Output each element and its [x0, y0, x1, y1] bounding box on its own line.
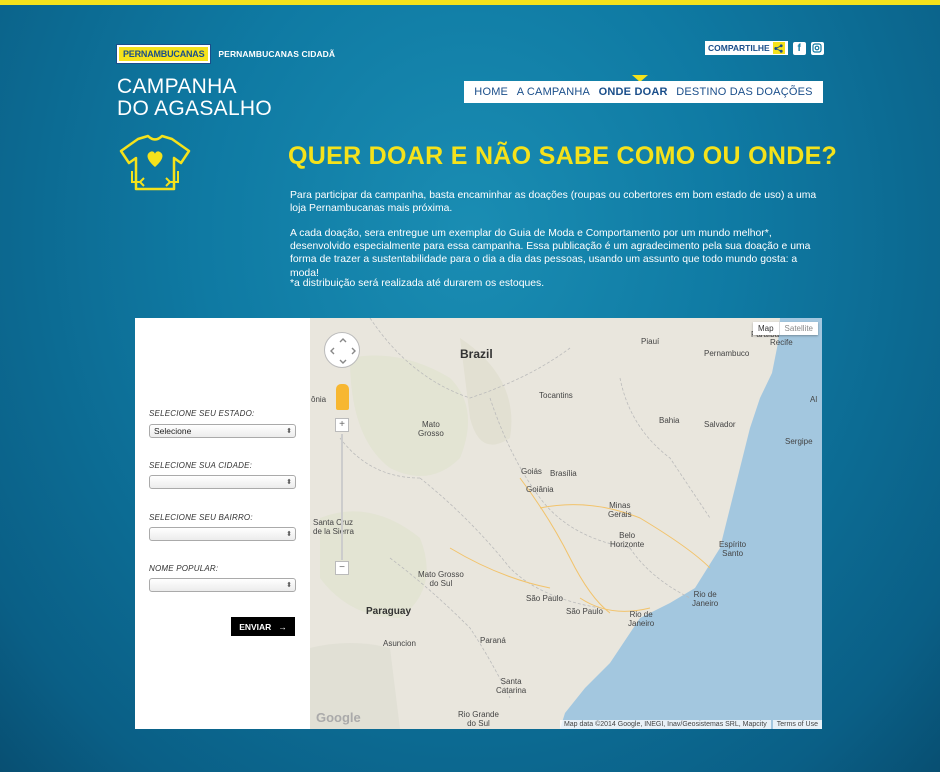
map-label-espirito-santo: Espírito Santo	[719, 540, 747, 558]
enviar-button[interactable]: ENVIAR →	[231, 617, 295, 636]
map-label-goiania: Goiânia	[526, 485, 554, 494]
select-arrows-icon: ⬍	[286, 479, 292, 486]
instagram-icon[interactable]	[810, 41, 824, 55]
share-button[interactable]: COMPARTILHE	[705, 41, 788, 55]
guide-paragraph: A cada doação, sera entregue um exemplar…	[290, 228, 811, 279]
map-label-santa-cruz: Santa Cruz de la Sierra	[313, 518, 354, 536]
share-label: COMPARTILHE	[708, 43, 770, 53]
google-logo: Google	[316, 710, 361, 725]
select-arrows-icon: ⬍	[286, 582, 292, 589]
map-label-al: Al	[810, 395, 818, 404]
pan-control[interactable]	[324, 332, 360, 368]
map-label-rondonia: ônia	[311, 395, 327, 404]
nav-destino-doacoes[interactable]: DESTINO DAS DOAÇÕES	[676, 86, 812, 98]
campaign-title-line2: DO AGASALHO	[117, 97, 273, 120]
zoom-out-button[interactable]: −	[335, 561, 349, 575]
brand-subtitle: PERNAMBUCANAS CIDADÃ	[218, 49, 336, 59]
tshirt-heart-icon	[119, 134, 191, 191]
campaign-title-line1: CAMPANHA	[117, 75, 237, 98]
footnote-paragraph: *a distribuição será realizada até durar…	[290, 278, 545, 289]
map-label-parana: Paraná	[480, 636, 506, 645]
map-label-salvador: Salvador	[704, 420, 736, 429]
estado-select[interactable]: Selecione ⬍	[149, 424, 296, 438]
popular-select[interactable]: ⬍	[149, 578, 296, 592]
estado-label: SELECIONE SEU ESTADO:	[149, 409, 255, 418]
map-label-rio-de-janeiro-state: Rio de Janeiro	[692, 590, 719, 608]
map-label-mato-grosso-do-sul: Mato Grosso do Sul	[418, 570, 464, 588]
map-label-brazil: Brazil	[460, 347, 493, 361]
map-label-asuncion: Asuncion	[383, 639, 416, 648]
map-type-control: Map Satellite	[752, 322, 818, 335]
share-bar: COMPARTILHE f	[705, 41, 824, 55]
map-label-paraguay: Paraguay	[366, 606, 412, 617]
map-label-rio-grande-do-sul: Rio Grande do Sul	[458, 710, 499, 728]
bairro-select[interactable]: ⬍	[149, 527, 296, 541]
brand: PERNAMBUCANAS PERNAMBUCANAS CIDADÃ	[115, 44, 336, 64]
map-label-brasilia: Brasília	[550, 469, 577, 478]
pernambucanas-logo[interactable]: PERNAMBUCANAS	[115, 44, 212, 64]
map-label-goias: Goiás	[521, 467, 542, 476]
store-map[interactable]: Brazil Piauí Recife Paraíba Pernambuco A…	[310, 318, 822, 729]
estado-select-value: Selecione	[154, 426, 192, 436]
map-terrain	[310, 318, 822, 729]
map-label-recife: Recife	[770, 338, 793, 347]
popular-label: NOME POPULAR:	[149, 564, 219, 573]
map-label-sergipe: Sergipe	[785, 437, 813, 446]
top-stripe	[0, 0, 940, 5]
cidade-select[interactable]: ⬍	[149, 475, 296, 489]
terms-of-use-link[interactable]: Terms of Use	[772, 720, 822, 729]
zoom-in-button[interactable]: +	[335, 418, 349, 432]
map-label-tocantins: Tocantins	[539, 391, 573, 400]
cidade-label: SELECIONE SUA CIDADE:	[149, 461, 253, 470]
arrow-right-icon: →	[278, 621, 287, 632]
brand-logo-text: PERNAMBUCANAS	[123, 49, 205, 59]
map-label-minas-gerais: Minas Gerais	[608, 501, 632, 519]
map-attribution: Map data ©2014 Google, INEGI, Inav/Geosi…	[558, 720, 822, 729]
nav-onde-doar[interactable]: ONDE DOAR	[599, 86, 668, 98]
map-type-satellite-button[interactable]: Satellite	[778, 322, 818, 335]
nav-a-campanha[interactable]: A CAMPANHA	[517, 86, 590, 98]
map-label-sao-paulo-city: São Paulo	[566, 607, 603, 616]
map-data-attribution: Map data ©2014 Google, INEGI, Inav/Geosi…	[559, 720, 771, 729]
page-headline: QUER DOAR E NÃO SABE COMO OU ONDE?	[288, 142, 838, 170]
map-label-santa-catarina: Santa Catarina	[496, 677, 527, 695]
campaign-title: CAMPANHA DO AGASALHO	[117, 76, 272, 120]
pan-arrows-icon	[330, 338, 356, 364]
map-label-rio-de-janeiro-city: Rio de Janeiro	[628, 610, 655, 628]
map-label-belo-horizonte: Belo Horizonte	[610, 531, 645, 549]
share-icon	[772, 42, 785, 54]
select-arrows-icon: ⬍	[286, 428, 292, 435]
nav-home[interactable]: HOME	[474, 86, 508, 98]
bairro-label: SELECIONE SEU BAIRRO:	[149, 513, 253, 522]
map-label-mato-grosso: Mato Grosso	[418, 420, 444, 438]
store-search-form: SELECIONE SEU ESTADO: Selecione ⬍ SELECI…	[135, 318, 310, 729]
intro-paragraph: Para participar da campanha, basta encam…	[290, 190, 817, 215]
map-label-piaui: Piauí	[641, 337, 660, 346]
facebook-icon[interactable]: f	[792, 41, 806, 55]
main-nav: HOME A CAMPANHA ONDE DOAR DESTINO DAS DO…	[464, 81, 823, 103]
map-type-map-button[interactable]: Map	[753, 322, 779, 335]
map-label-sao-paulo-state: São Paulo	[526, 594, 563, 603]
select-arrows-icon: ⬍	[286, 531, 292, 538]
zoom-slider[interactable]	[341, 434, 343, 560]
enviar-label: ENVIAR	[239, 621, 272, 632]
map-label-bahia: Bahia	[659, 416, 680, 425]
street-view-pegman-icon[interactable]	[336, 384, 349, 410]
map-label-pernambuco: Pernambuco	[704, 349, 750, 358]
